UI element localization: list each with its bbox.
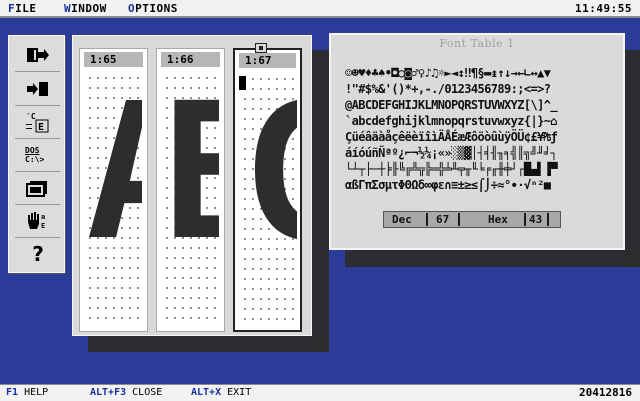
file-save-button[interactable] <box>20 76 56 102</box>
dos-shell-icon: DOS C:\> <box>25 146 51 164</box>
menu-file[interactable]: FILE <box>8 0 37 17</box>
char-column-label: 1:66 <box>161 52 220 67</box>
toolbar-separator <box>15 105 60 106</box>
help-icon: ? <box>32 242 44 266</box>
menu-options[interactable]: OPTIONS <box>128 0 178 17</box>
char-code-readout: Dec 67 Hex 43 <box>383 211 561 228</box>
character-map-icon: ′C E <box>26 112 49 133</box>
menu-window-label: INDOW <box>71 2 107 15</box>
toolbar-separator <box>15 171 60 172</box>
fonttable-shadow-bottom <box>345 250 640 267</box>
status-exit-key: ALT+X <box>191 387 222 398</box>
window-button[interactable] <box>20 175 56 201</box>
help-button[interactable]: ? <box>20 241 56 267</box>
font-table-title: Font Table 1 <box>439 37 515 50</box>
file-save-icon <box>27 82 48 96</box>
svg-text:E: E <box>41 222 45 230</box>
status-close-label: CLOSE <box>132 387 163 398</box>
font-table-row[interactable]: ÇüéâäàåçêëèïîìÄÅÉæÆôöòûùÿÖÜ¢£¥₧ƒ <box>345 129 617 145</box>
font-table-row[interactable]: `abcdefghijklmnopqrstuvwxyz{|}~⌂ <box>345 113 617 129</box>
status-bar: F1 HELP ALT+F3 CLOSE ALT+X EXIT 20412816 <box>0 384 640 401</box>
clock: 11:49:55 <box>575 2 632 15</box>
dos-label: DOS <box>25 146 40 155</box>
char-column-label: 1:67 <box>239 53 296 68</box>
char-column-65[interactable]: 1:65 A <box>79 48 148 332</box>
glyph-bitmap: C <box>241 74 297 274</box>
status-close-key: ALT+F3 <box>90 387 127 398</box>
menu-file-label: ILE <box>15 2 37 15</box>
column-close-box[interactable] <box>255 43 267 53</box>
font-table-window: Font Table 1 ☺☻♥♦♣♠•◘○◙♂♀♪♫☼►◄↕‼¶§▬↨↑↓→←… <box>329 33 625 250</box>
font-table-row[interactable]: !"#$%&'()*+,-./0123456789:;<=>? <box>345 81 617 97</box>
toolbar-separator <box>15 204 60 205</box>
editor-shadow-bottom <box>88 336 328 352</box>
status-exit-label: EXIT <box>227 387 252 398</box>
status-code: 20412816 <box>579 386 632 399</box>
status-help-label: HELP <box>24 387 49 398</box>
readout-divider <box>524 213 526 226</box>
font-table-row[interactable]: @ABCDEFGHIJKLMNOPQRSTUVWXYZ[\]^_ <box>345 97 617 113</box>
toolbar-separator <box>15 237 60 238</box>
font-table-row[interactable]: └┴┬├─┼╞╟╚╔╩╦╠═╬╧╨╤╥╙╘╒╓╫╪┘┌█▄▌▐▀ <box>345 161 617 177</box>
status-exit[interactable]: ALT+X EXIT <box>191 385 251 401</box>
fonttable-shadow-right <box>625 50 640 267</box>
hex-label: Hex <box>488 213 508 226</box>
hand-ascii-icon: a E <box>28 212 45 230</box>
char-column-66[interactable]: 1:66 B <box>156 48 225 332</box>
dec-value: 67 <box>436 213 450 226</box>
hand-ascii-button[interactable]: a E <box>20 208 56 234</box>
readout-divider <box>426 213 428 226</box>
font-table-row[interactable]: áíóúñÑªº¿⌐¬½¼¡«»░▒▓│┤╡╢╖╕╣║╗╝╜╛┐ <box>345 145 617 161</box>
window-icon <box>26 181 47 197</box>
dec-label: Dec <box>392 213 412 226</box>
menu-options-label: PTIONS <box>135 2 178 15</box>
font-table-row[interactable]: ☺☻♥♦♣♠•◘○◙♂♀♪♫☼►◄↕‼¶§▬↨↑↓→←∟↔▲▼ <box>345 65 617 81</box>
glyph-bitmap: A <box>86 73 142 273</box>
character-editor: 1:65 A 1:66 B 1:67 C <box>72 35 312 336</box>
char-column-67[interactable]: 1:67 C <box>233 43 302 332</box>
status-close[interactable]: ALT+F3 CLOSE <box>90 385 162 401</box>
file-open-button[interactable] <box>20 42 56 68</box>
editor-shadow-right <box>312 50 329 352</box>
svg-text:a: a <box>41 213 45 221</box>
menu-window[interactable]: WINDOW <box>64 0 107 17</box>
font-table-grid[interactable]: ☺☻♥♦♣♠•◘○◙♂♀♪♫☼►◄↕‼¶§▬↨↑↓→←∟↔▲▼ !"#$%&'(… <box>345 65 617 193</box>
font-table-row[interactable]: αßΓπΣσµτΦΘΩδ∞φε∩≡±≥≤⌠⌡÷≈°∙·√ⁿ²■ <box>345 177 617 193</box>
svg-text:′C: ′C <box>26 112 36 121</box>
menu-bar: FILE WINDOW OPTIONS 11:49:55 <box>0 0 640 18</box>
toolbar-separator <box>15 138 60 139</box>
hex-value: 43 <box>529 213 543 226</box>
status-help[interactable]: F1 HELP <box>6 385 48 401</box>
svg-text:E: E <box>38 122 44 133</box>
file-open-icon <box>27 48 49 62</box>
dos-prompt: C:\> <box>25 155 45 164</box>
glyph-bitmap: B <box>163 73 219 273</box>
character-map-button[interactable]: ′C E <box>20 109 56 135</box>
toolbar: ′C E DOS C:\> a E ? <box>8 35 65 273</box>
char-column-label: 1:65 <box>84 52 143 67</box>
edit-cursor <box>239 76 246 90</box>
status-help-key: F1 <box>6 387 19 398</box>
toolbar-separator <box>15 71 60 72</box>
readout-divider <box>458 213 460 226</box>
readout-divider <box>547 213 549 226</box>
dos-shell-button[interactable]: DOS C:\> <box>20 142 56 168</box>
